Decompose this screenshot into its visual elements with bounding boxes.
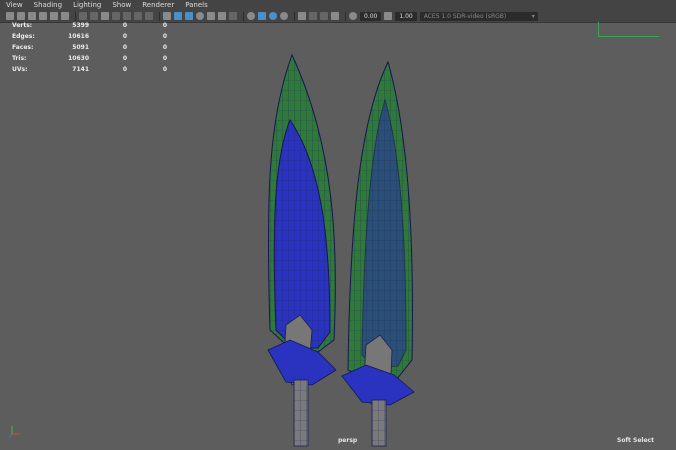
hud-value-selected: 0 xyxy=(122,55,127,62)
hud-row-tris: Tris: 10630 0 0 xyxy=(12,53,167,64)
hud-value-total: 10630 xyxy=(68,55,89,62)
hud-row-faces: Faces: 5091 0 0 xyxy=(12,42,167,53)
hud-value-selected: 0 xyxy=(122,22,127,29)
hud-value-selected-objects: 0 xyxy=(162,33,167,40)
hud-value-selected: 0 xyxy=(122,33,127,40)
hud-value-selected-objects: 0 xyxy=(162,22,167,29)
hud-value-selected: 0 xyxy=(122,66,127,73)
hud-label: Verts: xyxy=(12,22,33,29)
sword-mesh-left[interactable] xyxy=(267,53,337,447)
hud-label: Edges: xyxy=(12,33,35,40)
hud-value-total: 7141 xyxy=(72,66,89,73)
hud-label: UVs: xyxy=(12,66,28,73)
soft-select-label: Soft Select xyxy=(617,437,654,444)
resolution-gate-frame xyxy=(598,22,659,37)
hud-value-selected-objects: 0 xyxy=(162,66,167,73)
hud-value-total: 5399 xyxy=(72,22,89,29)
camera-name-label: persp xyxy=(338,437,358,444)
hud-value-selected-objects: 0 xyxy=(162,55,167,62)
hud-row-edges: Edges: 10616 0 0 xyxy=(12,31,167,42)
sword-mesh-right[interactable] xyxy=(341,60,415,447)
poly-count-hud: Verts: 5399 0 0 Edges: 10616 0 0 Faces: … xyxy=(12,20,167,75)
hud-value-selected: 0 xyxy=(122,44,127,51)
view-axis-icon xyxy=(8,426,20,438)
hud-value-total: 5091 xyxy=(72,44,89,51)
hud-row-uvs: UVs: 7141 0 0 xyxy=(12,64,167,75)
hud-row-verts: Verts: 5399 0 0 xyxy=(12,20,167,31)
hud-label: Tris: xyxy=(12,55,27,62)
hud-value-selected-objects: 0 xyxy=(162,44,167,51)
hud-label: Faces: xyxy=(12,44,34,51)
hud-value-total: 10616 xyxy=(68,33,89,40)
